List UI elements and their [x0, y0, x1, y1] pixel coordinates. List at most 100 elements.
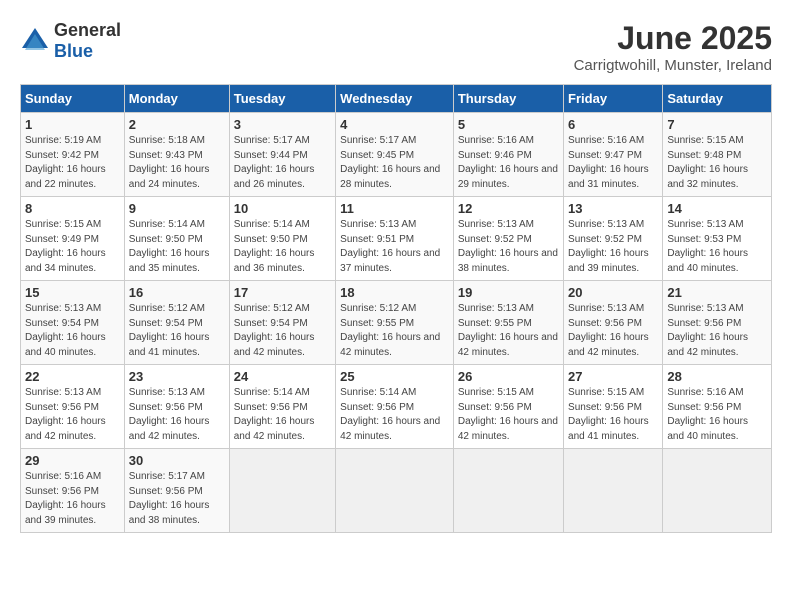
day-info: Sunrise: 5:13 AMSunset: 9:51 PMDaylight:… [340, 218, 449, 276]
day-info: Sunrise: 5:13 AMSunset: 9:55 PMDaylight:… [458, 302, 559, 360]
day-number: 26 [458, 369, 559, 384]
header-day-wednesday: Wednesday [336, 85, 454, 113]
calendar-cell: 2 Sunrise: 5:18 AMSunset: 9:43 PMDaylight… [124, 113, 229, 197]
calendar-cell: 24 Sunrise: 5:14 AMSunset: 9:56 PMDayligh… [229, 365, 335, 449]
calendar-cell: 22 Sunrise: 5:13 AMSunset: 9:56 PMDayligh… [21, 365, 125, 449]
day-info: Sunrise: 5:14 AMSunset: 9:50 PMDaylight:… [234, 218, 331, 276]
title-area: June 2025 Carrigtwohill, Munster, Irelan… [574, 20, 772, 74]
calendar-week-row: 29 Sunrise: 5:16 AMSunset: 9:56 PMDayligh… [21, 449, 772, 533]
calendar-week-row: 15Sunrise: 5:13 AMSunset: 9:54 PMDayligh… [21, 281, 772, 365]
day-number: 18 [340, 285, 449, 300]
logo: General Blue [20, 20, 121, 62]
day-info: Sunrise: 5:16 AMSunset: 9:56 PMDaylight:… [667, 386, 767, 444]
calendar-cell: 7Sunrise: 5:15 AMSunset: 9:48 PMDaylight… [663, 113, 772, 197]
calendar-cell: 25Sunrise: 5:14 AMSunset: 9:56 PMDayligh… [336, 365, 454, 449]
day-info: Sunrise: 5:13 AMSunset: 9:56 PMDaylight:… [129, 386, 225, 444]
day-info: Sunrise: 5:18 AMSunset: 9:43 PMDaylight:… [129, 134, 225, 192]
day-info: Sunrise: 5:16 AMSunset: 9:46 PMDaylight:… [458, 134, 559, 192]
calendar-cell: 6 Sunrise: 5:16 AMSunset: 9:47 PMDaylight… [564, 113, 663, 197]
day-number: 22 [25, 369, 120, 384]
day-number: 19 [458, 285, 559, 300]
calendar-cell: 15Sunrise: 5:13 AMSunset: 9:54 PMDayligh… [21, 281, 125, 365]
calendar-cell: 30 Sunrise: 5:17 AMSunset: 9:56 PMDayligh… [124, 449, 229, 533]
day-number: 1 [25, 117, 120, 132]
day-number: 10 [234, 201, 331, 216]
header: General Blue June 2025 Carrigtwohill, Mu… [20, 20, 772, 74]
day-info: Sunrise: 5:17 AMSunset: 9:45 PMDaylight:… [340, 134, 449, 192]
day-number: 21 [667, 285, 767, 300]
calendar-cell [564, 449, 663, 533]
day-info: Sunrise: 5:15 AMSunset: 9:56 PMDaylight:… [458, 386, 559, 444]
header-day-monday: Monday [124, 85, 229, 113]
logo-general: General [54, 20, 121, 40]
day-info: Sunrise: 5:13 AMSunset: 9:56 PMDaylight:… [568, 302, 658, 360]
calendar-cell: 13Sunrise: 5:13 AMSunset: 9:52 PMDayligh… [564, 197, 663, 281]
day-info: Sunrise: 5:14 AMSunset: 9:56 PMDaylight:… [340, 386, 449, 444]
day-info: Sunrise: 5:15 AMSunset: 9:56 PMDaylight:… [568, 386, 658, 444]
header-day-sunday: Sunday [21, 85, 125, 113]
day-number: 6 [568, 117, 658, 132]
day-info: Sunrise: 5:13 AMSunset: 9:52 PMDaylight:… [458, 218, 559, 276]
calendar-header-row: SundayMondayTuesdayWednesdayThursdayFrid… [21, 85, 772, 113]
day-info: Sunrise: 5:12 AMSunset: 9:55 PMDaylight:… [340, 302, 449, 360]
day-number: 8 [25, 201, 120, 216]
calendar-week-row: 8 Sunrise: 5:15 AMSunset: 9:49 PMDaylight… [21, 197, 772, 281]
calendar-cell [663, 449, 772, 533]
day-info: Sunrise: 5:13 AMSunset: 9:56 PMDaylight:… [667, 302, 767, 360]
day-number: 29 [25, 453, 120, 468]
calendar-cell: 3Sunrise: 5:17 AMSunset: 9:44 PMDaylight… [229, 113, 335, 197]
calendar-cell: 12Sunrise: 5:13 AMSunset: 9:52 PMDayligh… [453, 197, 563, 281]
calendar-cell: 11Sunrise: 5:13 AMSunset: 9:51 PMDayligh… [336, 197, 454, 281]
day-number: 23 [129, 369, 225, 384]
calendar-cell: 9 Sunrise: 5:14 AMSunset: 9:50 PMDaylight… [124, 197, 229, 281]
day-info: Sunrise: 5:14 AMSunset: 9:50 PMDaylight:… [129, 218, 225, 276]
day-number: 14 [667, 201, 767, 216]
calendar-cell: 10 Sunrise: 5:14 AMSunset: 9:50 PMDayligh… [229, 197, 335, 281]
day-number: 3 [234, 117, 331, 132]
calendar-week-row: 22 Sunrise: 5:13 AMSunset: 9:56 PMDayligh… [21, 365, 772, 449]
header-day-saturday: Saturday [663, 85, 772, 113]
calendar-cell: 1 Sunrise: 5:19 AMSunset: 9:42 PMDaylight… [21, 113, 125, 197]
day-info: Sunrise: 5:15 AMSunset: 9:49 PMDaylight:… [25, 218, 120, 276]
day-number: 15 [25, 285, 120, 300]
day-number: 30 [129, 453, 225, 468]
day-info: Sunrise: 5:13 AMSunset: 9:56 PMDaylight:… [25, 386, 120, 444]
calendar-cell: 8 Sunrise: 5:15 AMSunset: 9:49 PMDaylight… [21, 197, 125, 281]
day-info: Sunrise: 5:16 AMSunset: 9:56 PMDaylight:… [25, 470, 120, 528]
calendar-cell: 18 Sunrise: 5:12 AMSunset: 9:55 PMDayligh… [336, 281, 454, 365]
day-info: Sunrise: 5:12 AMSunset: 9:54 PMDaylight:… [129, 302, 225, 360]
calendar-cell: 23 Sunrise: 5:13 AMSunset: 9:56 PMDayligh… [124, 365, 229, 449]
day-number: 4 [340, 117, 449, 132]
calendar-cell: 21 Sunrise: 5:13 AMSunset: 9:56 PMDayligh… [663, 281, 772, 365]
header-day-tuesday: Tuesday [229, 85, 335, 113]
calendar-cell: 16 Sunrise: 5:12 AMSunset: 9:54 PMDayligh… [124, 281, 229, 365]
calendar-cell: 4 Sunrise: 5:17 AMSunset: 9:45 PMDaylight… [336, 113, 454, 197]
calendar-cell: 29 Sunrise: 5:16 AMSunset: 9:56 PMDayligh… [21, 449, 125, 533]
day-info: Sunrise: 5:17 AMSunset: 9:56 PMDaylight:… [129, 470, 225, 528]
day-number: 2 [129, 117, 225, 132]
logo-blue: Blue [54, 41, 93, 61]
logo-text: General Blue [54, 20, 121, 62]
day-number: 17 [234, 285, 331, 300]
day-number: 24 [234, 369, 331, 384]
day-info: Sunrise: 5:14 AMSunset: 9:56 PMDaylight:… [234, 386, 331, 444]
day-info: Sunrise: 5:16 AMSunset: 9:47 PMDaylight:… [568, 134, 658, 192]
day-info: Sunrise: 5:19 AMSunset: 9:42 PMDaylight:… [25, 134, 120, 192]
calendar-cell: 28Sunrise: 5:16 AMSunset: 9:56 PMDayligh… [663, 365, 772, 449]
day-number: 27 [568, 369, 658, 384]
calendar-cell: 5Sunrise: 5:16 AMSunset: 9:46 PMDaylight… [453, 113, 563, 197]
calendar-cell [229, 449, 335, 533]
calendar-cell: 19 Sunrise: 5:13 AMSunset: 9:55 PMDayligh… [453, 281, 563, 365]
day-number: 9 [129, 201, 225, 216]
day-info: Sunrise: 5:12 AMSunset: 9:54 PMDaylight:… [234, 302, 331, 360]
page-title: June 2025 [574, 20, 772, 57]
calendar-cell [336, 449, 454, 533]
header-day-thursday: Thursday [453, 85, 563, 113]
page-subtitle: Carrigtwohill, Munster, Ireland [574, 57, 772, 74]
calendar-cell: 27 Sunrise: 5:15 AMSunset: 9:56 PMDayligh… [564, 365, 663, 449]
day-info: Sunrise: 5:13 AMSunset: 9:52 PMDaylight:… [568, 218, 658, 276]
day-number: 20 [568, 285, 658, 300]
day-number: 16 [129, 285, 225, 300]
day-info: Sunrise: 5:15 AMSunset: 9:48 PMDaylight:… [667, 134, 767, 192]
calendar-week-row: 1 Sunrise: 5:19 AMSunset: 9:42 PMDaylight… [21, 113, 772, 197]
